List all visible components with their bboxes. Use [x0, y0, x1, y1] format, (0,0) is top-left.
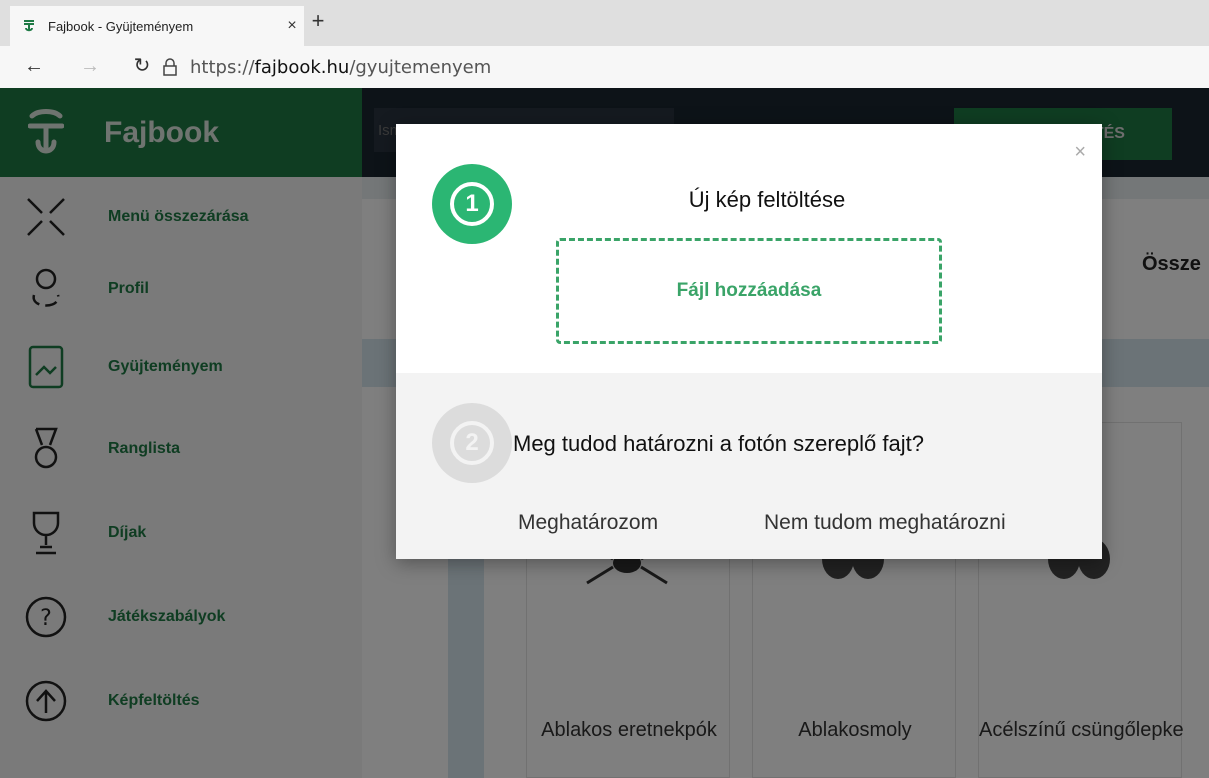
step-2-section: 2 Meg tudod határozni a fotón szereplő f…	[396, 373, 1102, 559]
forward-arrow-icon[interactable]: →	[78, 56, 102, 78]
browser-tab[interactable]: Fajbook - Gyüjteményem ×	[10, 6, 304, 46]
reload-icon[interactable]: ↻	[130, 56, 154, 78]
upload-modal: × 1 Új kép feltöltése Fájl hozzáadása 2 …	[396, 124, 1102, 559]
step-2-number: 2	[450, 421, 494, 465]
cannot-identify-option-button[interactable]: Nem tudom meghatározni	[764, 511, 1006, 535]
identify-option-button[interactable]: Meghatározom	[518, 511, 658, 535]
fajbook-favicon-icon	[24, 20, 34, 32]
url-field[interactable]: https://fajbook.hu/gyujtemenyem	[190, 57, 491, 78]
address-bar: ← → ↻ https://fajbook.hu/gyujtemenyem	[0, 46, 1209, 88]
step-2-question: Meg tudod határozni a fotón szereplő faj…	[513, 431, 924, 456]
modal-title: Új kép feltöltése	[688, 187, 846, 212]
step-2-badge: 2	[432, 403, 512, 483]
tab-close-icon[interactable]: ×	[280, 17, 304, 35]
new-tab-button[interactable]: +	[306, 9, 330, 33]
modal-close-icon[interactable]: ×	[1074, 142, 1086, 162]
back-arrow-icon[interactable]: ←	[22, 56, 46, 78]
lock-icon	[163, 58, 177, 76]
browser-tab-bar: Fajbook - Gyüjteményem × +	[0, 0, 1209, 46]
tab-title: Fajbook - Gyüjteményem	[48, 18, 194, 34]
file-dropzone[interactable]: Fájl hozzáadása	[556, 238, 942, 344]
